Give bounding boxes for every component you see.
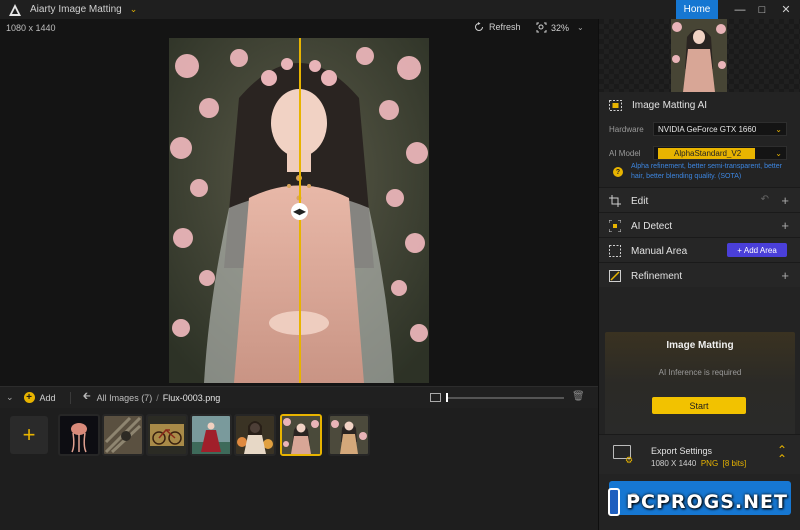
export-gear-icon: ⚙ (625, 455, 634, 465)
add-images-button[interactable]: + Add (23, 392, 56, 403)
minimize-icon[interactable]: — (730, 0, 750, 19)
edit-expand-plus-icon[interactable]: + (781, 193, 789, 208)
ai-detect-expand-plus-icon[interactable]: + (781, 218, 789, 233)
ai-model-label: AI Model (609, 149, 641, 158)
refresh-icon (475, 22, 483, 31)
hardware-label: Hardware (609, 125, 644, 134)
export-settings-title: Export Settings (651, 446, 713, 456)
edit-header: Edit (609, 195, 648, 207)
ai-model-select[interactable]: AlphaStandard_V2 ⌄ (653, 146, 787, 160)
app-window: Aiarty Image Matting ⌄ Home — □ ✕ 1080 x… (0, 0, 800, 530)
thumbnail-size-icon (430, 393, 441, 402)
refinement-icon (609, 270, 621, 282)
thumbnail-jellyfish[interactable] (58, 414, 100, 456)
maximize-icon[interactable]: □ (752, 0, 772, 19)
refinement-header: Refinement (609, 270, 682, 282)
start-button[interactable]: Start (652, 397, 746, 414)
export-resolution: 1080 X 1440 (651, 459, 697, 468)
canvas-area: 1080 x 1440 Refresh 32% ⌄ ◀▶ (0, 19, 598, 386)
image-matting-ai-header: Image Matting AI (609, 100, 707, 111)
toolbar-divider (69, 391, 71, 404)
ai-matting-icon (609, 100, 622, 111)
refinement-section[interactable]: Refinement + (599, 262, 800, 287)
manual-area-section[interactable]: Manual Area + Add Area (599, 237, 800, 262)
refinement-title: Refinement (631, 270, 683, 282)
thumbnail-gold-dress[interactable] (328, 414, 370, 456)
watermark-text: PCPROGS.NET (626, 491, 788, 513)
hardware-value: NVIDIA GeForce GTX 1660 (658, 124, 757, 134)
refresh-label: Refresh (489, 22, 521, 32)
settings-panel: Image Matting AI Hardware NVIDIA GeForce… (598, 19, 800, 530)
watermark: PCPROGS.NET (608, 482, 788, 522)
ai-detect-section[interactable]: AI Detect + (599, 212, 800, 237)
manual-area-header: Manual Area (609, 245, 687, 257)
compare-handle-icon[interactable]: ◀▶ (291, 203, 308, 220)
image-strip-toolbar: ⌄ + Add 🡰 All Images (7) / Flux-0003.png 🗑 (0, 386, 598, 408)
image-matting-ai-title: Image Matting AI (632, 100, 708, 111)
zoom-chevron-down-icon: ⌄ (577, 23, 584, 32)
add-area-label: Add Area (743, 245, 777, 255)
watermark-logo-icon (608, 488, 621, 516)
ai-model-value: AlphaStandard_V2 (658, 147, 756, 159)
export-settings[interactable]: ⚙ Export Settings 1080 X 1440 PNG [8 bit… (599, 434, 800, 474)
app-title: Aiarty Image Matting (30, 4, 122, 15)
home-button[interactable]: Home (676, 0, 718, 19)
app-logo-icon (9, 3, 21, 16)
ai-model-chevron-down-icon: ⌄ (775, 149, 782, 158)
thumbnail-size-slider[interactable] (446, 397, 564, 399)
ai-detect-header: AI Detect (609, 220, 672, 232)
back-arrow-icon[interactable]: 🡰 (83, 389, 91, 406)
app-menu-chevron-icon[interactable]: ⌄ (130, 4, 138, 15)
crop-icon (609, 195, 621, 207)
edit-title: Edit (631, 195, 649, 207)
image-matting-card-title: Image Matting (666, 340, 734, 351)
export-format: PNG (700, 459, 719, 468)
add-image-tile[interactable]: + (10, 416, 48, 454)
add-icon: + (23, 392, 35, 403)
undo-icon[interactable]: ↶ (761, 194, 769, 205)
thumbnail-flower-girl[interactable] (234, 414, 276, 456)
manual-area-icon (609, 245, 621, 257)
hardware-select[interactable]: NVIDIA GeForce GTX 1660 ⌄ (653, 122, 787, 136)
thumbnail-leaves[interactable] (102, 414, 144, 456)
result-preview (599, 19, 800, 92)
breadcrumb: All Images (7) / Flux-0003.png (97, 393, 221, 403)
close-icon[interactable]: ✕ (776, 0, 796, 19)
manual-area-title: Manual Area (631, 245, 688, 257)
breadcrumb-root[interactable]: All Images (7) (97, 393, 153, 403)
breadcrumb-current: Flux-0003.png (162, 392, 221, 403)
help-icon[interactable]: ? (613, 167, 623, 177)
thumbnail-flux-0003[interactable] (280, 414, 322, 456)
breadcrumb-separator: / (156, 392, 159, 403)
ai-detect-icon (609, 220, 621, 232)
ai-detect-title: AI Detect (631, 220, 673, 232)
zoom-value: 32% (551, 22, 570, 33)
zoom-icon (536, 22, 547, 33)
add-area-plus-icon: + (737, 245, 742, 255)
refresh-button[interactable]: Refresh (474, 22, 521, 32)
add-label: Add (39, 392, 56, 403)
export-bit-depth: [8 bits] (722, 459, 747, 468)
result-preview-image[interactable] (671, 19, 727, 92)
inference-status: AI Inference is required (658, 368, 742, 377)
export-settings-summary: 1080 X 1440 PNG [8 bits] (651, 459, 746, 468)
image-matting-card: Image Matting AI Inference is required S… (605, 332, 795, 446)
ai-model-description: Alpha refinement, better semi-transparen… (631, 163, 782, 180)
image-strip: + (0, 408, 598, 530)
edit-section[interactable]: Edit ↶ + (599, 187, 800, 212)
trash-icon[interactable]: 🗑 (572, 391, 585, 402)
hardware-chevron-down-icon: ⌄ (775, 125, 782, 134)
refinement-expand-plus-icon[interactable]: + (781, 268, 789, 283)
add-area-button[interactable]: + Add Area (727, 243, 787, 257)
title-bar: Aiarty Image Matting ⌄ Home — □ ✕ (0, 0, 800, 19)
chevron-up-double-icon[interactable]: ⌃ ⌃ (777, 444, 787, 465)
thumbnail-bicycle[interactable] (146, 414, 188, 456)
image-dimensions: 1080 x 1440 (6, 23, 56, 33)
collapse-chevron-icon[interactable]: ⌄ (6, 392, 14, 403)
thumbnail-red-dress[interactable] (190, 414, 232, 456)
zoom-control[interactable]: 32% ⌄ (536, 22, 584, 33)
thumbnail-size-slider-handle[interactable] (446, 393, 448, 402)
